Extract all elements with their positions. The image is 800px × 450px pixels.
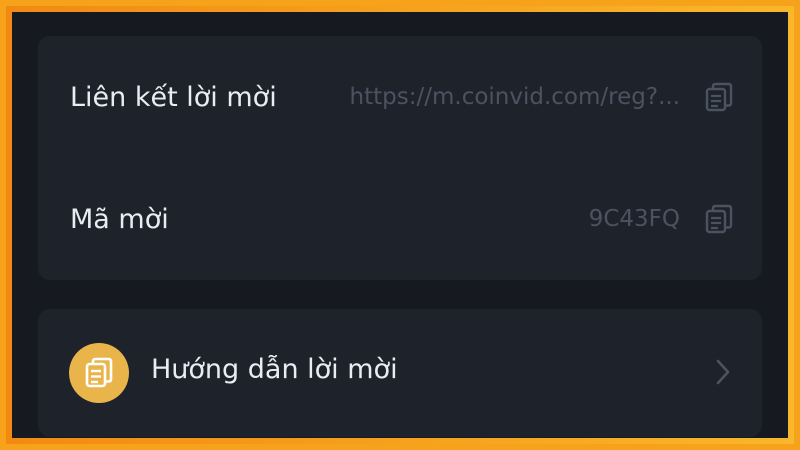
invite-code-value: 9C43FQ: [588, 206, 680, 232]
invite-link-row: Liên kết lời mời https://m.coinvid.com/r…: [38, 36, 762, 158]
copy-icon: [705, 204, 733, 234]
chevron-right-icon: [712, 357, 734, 387]
screenshot-frame: Liên kết lời mời https://m.coinvid.com/r…: [0, 0, 800, 450]
guide-badge: [69, 343, 129, 403]
invite-guide-row[interactable]: Hướng dẫn lời mời: [38, 309, 762, 437]
copy-link-button[interactable]: [704, 81, 734, 113]
document-icon: [85, 357, 113, 388]
invite-info-card: Liên kết lời mời https://m.coinvid.com/r…: [38, 36, 762, 280]
invite-link-label: Liên kết lời mời: [70, 81, 277, 113]
invite-code-row: Mã mời 9C43FQ: [38, 158, 762, 280]
invite-guide-card: Hướng dẫn lời mời: [38, 309, 762, 437]
invite-code-label: Mã mời: [70, 203, 169, 235]
app-screen: Liên kết lời mời https://m.coinvid.com/r…: [12, 12, 788, 438]
invite-guide-label: Hướng dẫn lời mời: [151, 354, 398, 385]
invite-link-value: https://m.coinvid.com/reg?...: [349, 84, 680, 110]
copy-icon: [705, 82, 733, 112]
copy-code-button[interactable]: [704, 203, 734, 235]
